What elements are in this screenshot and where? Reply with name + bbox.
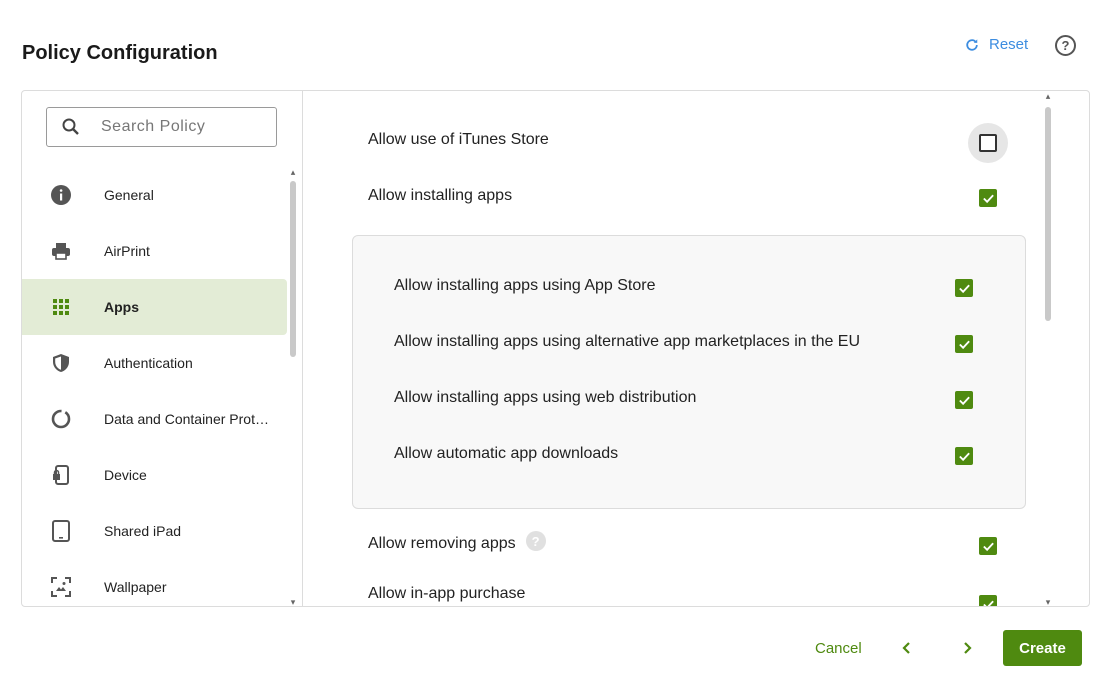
alt-marketplaces-checkbox[interactable] [955,335,973,353]
sidebar-item-label: General [104,187,154,203]
scroll-up-icon[interactable]: ▴ [288,167,298,177]
sidebar-item-data-container-protection[interactable]: Data and Container Protection [22,391,287,447]
search-icon [62,118,79,135]
installing-apps-checkbox[interactable] [979,189,997,207]
scroll-down-icon[interactable]: ▾ [1043,597,1053,606]
content-scroll-thumb[interactable] [1045,107,1051,321]
option-in-app-purchase: Allow in-app purchase [368,585,1004,603]
option-label: Allow in-app purchase [368,585,526,602]
suboption-web-distribution: Allow installing apps using web distribu… [394,389,697,406]
search-box[interactable] [46,107,277,147]
info-icon [50,184,72,206]
sidebar-item-label: Data and Container Protection [104,411,276,427]
previous-button[interactable] [897,638,917,658]
suboption-automatic-downloads: Allow automatic app downloads [394,445,619,462]
help-icon[interactable]: ? [525,531,546,551]
sidebar-scroll-thumb[interactable] [290,181,296,357]
reset-button[interactable]: Reset [965,36,1028,53]
sidebar-item-device[interactable]: Device [22,447,287,503]
sidebar-scrollbar[interactable]: ▴ ▾ [288,167,298,606]
sidebar-item-general[interactable]: General [22,167,287,223]
sidebar-item-apps[interactable]: Apps [22,279,287,335]
app-store-checkbox[interactable] [955,279,973,297]
printer-icon [50,240,72,262]
suboption-alt-marketplaces: Allow installing apps using alternative … [394,333,861,350]
option-label: Allow removing apps [368,535,516,552]
sidebar-item-label: AirPrint [104,243,150,259]
content-scrollbar[interactable]: ▴ ▾ [1042,91,1054,606]
chevron-right-icon [964,642,972,654]
device-lock-icon [50,464,72,486]
check-icon [958,396,970,405]
sidebar-item-label: Authentication [104,355,193,371]
policy-content: Allow use of iTunes Store Allow installi… [304,91,1041,606]
removing-apps-checkbox[interactable] [979,537,997,555]
sidebar-item-airprint[interactable]: AirPrint [22,223,287,279]
page-title: Policy Configuration [22,42,218,64]
wallpaper-icon [50,576,72,598]
suboption-app-store: Allow installing apps using App Store [394,277,656,294]
option-removing-apps: Allow removing apps ? [368,531,1004,553]
circular-progress-icon [50,408,72,430]
sidebar-item-label: Apps [104,299,139,315]
reset-label: Reset [989,36,1029,53]
tablet-icon [50,520,72,542]
create-button[interactable]: Create [1003,630,1082,666]
itunes-store-checkbox[interactable] [968,123,1008,163]
automatic-downloads-checkbox[interactable] [955,447,973,465]
option-label: Allow installing apps [368,187,513,204]
shield-icon [50,352,72,374]
option-itunes-store: Allow use of iTunes Store [368,131,1004,149]
sidebar-item-label: Device [104,467,147,483]
search-input[interactable] [101,118,261,136]
scroll-up-icon[interactable]: ▴ [1043,91,1053,101]
sidebar-item-authentication[interactable]: Authentication [22,335,287,391]
option-label: Allow use of iTunes Store [368,131,549,148]
check-icon [958,452,970,461]
policy-panel: General AirPrint Apps Authentication Dat… [21,90,1090,607]
in-app-purchase-checkbox[interactable] [979,595,997,606]
option-installing-apps: Allow installing apps [368,187,1004,205]
scroll-down-icon[interactable]: ▾ [288,597,298,606]
checkbox-box [979,134,997,152]
check-icon [982,600,994,606]
chevron-left-icon [902,642,910,654]
sidebar-item-label: Shared iPad [104,523,182,539]
sidebar: General AirPrint Apps Authentication Dat… [22,91,303,606]
sidebar-item-label: Wallpaper [104,579,167,595]
apps-grid-icon [50,296,72,318]
sidebar-item-wallpaper[interactable]: Wallpaper [22,559,287,606]
cancel-button[interactable]: Cancel [815,640,862,657]
check-icon [982,194,994,203]
refresh-icon [966,38,978,51]
next-button[interactable] [957,638,977,658]
web-distribution-checkbox[interactable] [955,391,973,409]
help-icon[interactable]: ? [1055,35,1076,56]
installing-apps-suboptions: Allow installing apps using App Store Al… [352,235,1026,509]
check-icon [958,340,970,349]
check-icon [982,542,994,551]
sidebar-item-shared-ipad[interactable]: Shared iPad [22,503,287,559]
check-icon [958,284,970,293]
policy-nav: General AirPrint Apps Authentication Dat… [22,167,287,606]
